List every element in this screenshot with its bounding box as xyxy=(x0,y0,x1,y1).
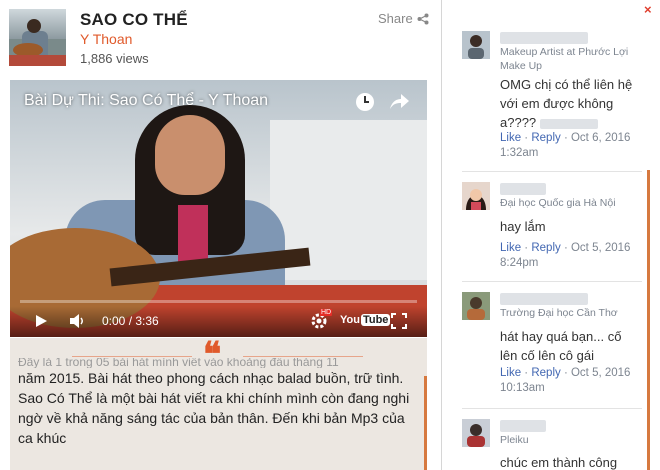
youtube-you: You xyxy=(340,314,360,326)
commenter-place[interactable]: Đại học Quốc gia Hà Nội xyxy=(500,196,640,210)
like-link[interactable]: Like xyxy=(500,132,521,144)
description-faded-line: Đây là 1 trong 05 bài hát mình viết vào … xyxy=(18,358,339,368)
quote-divider-right xyxy=(243,356,363,357)
comments-panel: × Makeup Artist at Phước Lợi Make Up OMG… xyxy=(441,0,660,470)
video-frame xyxy=(10,80,427,337)
comment-meta: Like · Reply · Oct 6, 2016 1:32am xyxy=(500,132,631,159)
fullscreen-icon[interactable] xyxy=(390,312,408,330)
commenter-place[interactable]: Trường Đại học Cần Thơ xyxy=(500,306,640,320)
hd-badge: HD xyxy=(320,309,333,316)
avatar[interactable] xyxy=(462,31,490,59)
commenter-place[interactable]: Pleiku xyxy=(500,433,640,447)
comment-date[interactable]: Oct 5, 2016 xyxy=(571,367,630,379)
video-title[interactable]: SAO CO THỂ xyxy=(80,10,188,30)
comment-divider xyxy=(462,408,642,409)
player-title[interactable]: Bài Dự Thi: Sao Có Thể - Y Thoan xyxy=(24,92,268,110)
play-icon[interactable] xyxy=(34,314,48,328)
close-icon[interactable]: × xyxy=(644,2,652,17)
description-body: năm 2015. Bài hát theo phong cách nhạc b… xyxy=(18,370,410,446)
comment-date[interactable]: Oct 6, 2016 xyxy=(571,132,630,144)
redacted-block xyxy=(539,118,598,129)
share-icon xyxy=(417,13,429,24)
time-display: 0:00 / 3:36 xyxy=(102,314,159,328)
comment-date[interactable]: Oct 5, 2016 xyxy=(571,242,630,254)
share-label: Share xyxy=(378,11,413,26)
commenter-name-redacted[interactable] xyxy=(500,420,546,432)
youtube-logo[interactable]: You Tube xyxy=(340,314,391,326)
description-scrollbar[interactable] xyxy=(424,376,427,470)
view-count: 1,886 views xyxy=(80,51,149,66)
comment-divider xyxy=(462,281,642,282)
comment-divider xyxy=(462,171,642,172)
reply-link[interactable]: Reply xyxy=(531,367,560,379)
comment-meta: Like · Reply · Oct 5, 2016 8:24pm xyxy=(500,242,631,269)
youtube-tube: Tube xyxy=(360,314,391,326)
video-post: SAO CO THỂ Y Thoan 1,886 views Share Bài… xyxy=(0,0,440,470)
description-text: Đây là 1 trong 05 bài hát mình viết vào … xyxy=(18,358,420,448)
commenter-place[interactable]: Makeup Artist at Phước Lợi Make Up xyxy=(500,45,640,73)
like-link[interactable]: Like xyxy=(500,367,521,379)
author-link[interactable]: Y Thoan xyxy=(80,31,132,47)
avatar[interactable] xyxy=(462,292,490,320)
volume-icon[interactable] xyxy=(68,312,86,330)
avatar[interactable] xyxy=(462,419,490,447)
quote-divider-left xyxy=(72,356,192,357)
reply-link[interactable]: Reply xyxy=(531,132,560,144)
comment-time: 8:24pm xyxy=(500,257,539,269)
commenter-name-redacted[interactable] xyxy=(500,32,588,44)
commenter-name-redacted[interactable] xyxy=(500,183,546,195)
comment-text: OMG chị có thể liên hệ với em được không… xyxy=(500,75,640,132)
progress-bar[interactable] xyxy=(20,300,417,303)
video-player[interactable]: Bài Dự Thi: Sao Có Thể - Y Thoan 0:00 / … xyxy=(10,80,427,337)
like-link[interactable]: Like xyxy=(500,242,521,254)
video-thumbnail[interactable] xyxy=(9,9,66,66)
comment-time: 10:13am xyxy=(500,382,545,394)
comment-body: chúc em thành công xyxy=(500,455,618,470)
commenter-name-redacted[interactable] xyxy=(500,293,588,305)
reply-link[interactable]: Reply xyxy=(531,242,560,254)
watch-later-icon[interactable] xyxy=(355,92,375,112)
comment-meta: Like · Reply · Oct 5, 2016 10:13am xyxy=(500,367,631,394)
comments-scrollbar[interactable] xyxy=(647,170,650,470)
share-button[interactable]: Share xyxy=(378,11,429,26)
comment-time: 1:32am xyxy=(500,147,539,159)
description-box: ❝ Đây là 1 trong 05 bài hát mình viết và… xyxy=(10,338,427,470)
avatar[interactable] xyxy=(462,182,490,210)
comment-body: hay lắm xyxy=(500,219,546,234)
player-share-icon[interactable] xyxy=(388,92,410,112)
comment-body: hát hay quá bạn... cố lên cố lên cô gái xyxy=(500,329,622,363)
